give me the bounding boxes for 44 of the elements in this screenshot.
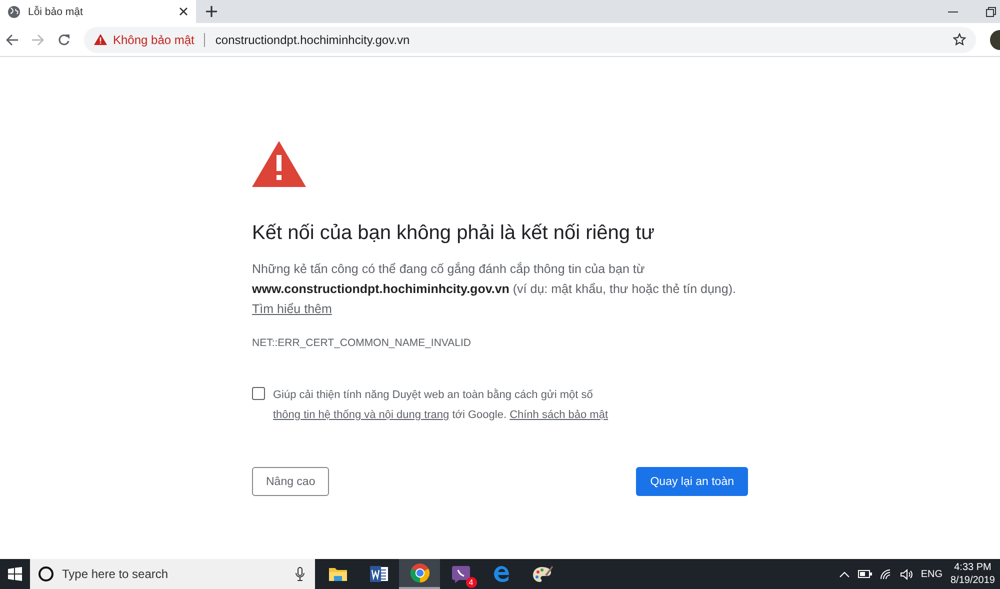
warning-icon	[252, 141, 306, 187]
plus-icon[interactable]	[206, 6, 217, 17]
restore-icon[interactable]	[986, 6, 996, 16]
chat-bubble-icon	[450, 564, 470, 584]
star-icon[interactable]	[953, 33, 966, 46]
warning-icon	[94, 34, 107, 45]
report-text: Giúp cải thiện tính năng Duyệt web an toàn bằng cách gửi một số thông tin hệ thống và nội dung trang tới Google. Chính sách bảo mật	[273, 388, 610, 423]
checkbox[interactable]	[252, 387, 265, 400]
taskbar-search-field[interactable]: Type here to search	[30, 559, 315, 589]
language-indicator[interactable]: ENG	[920, 568, 942, 580]
back-to-safety-button[interactable]: Quay lại an toàn	[636, 467, 748, 496]
notification-badge: 4	[466, 577, 476, 588]
browser-tab[interactable]: Lỗi bảo mật	[0, 0, 196, 23]
circle-icon	[38, 566, 54, 582]
globe-icon	[8, 6, 20, 18]
edge-logo-icon	[492, 564, 512, 584]
security-label[interactable]: Không bảo mật	[113, 32, 194, 46]
speaker-icon[interactable]	[900, 568, 913, 580]
error-code: NET::ERR_CERT_COMMON_NAME_INVALID	[252, 337, 472, 349]
palette-icon	[532, 564, 554, 584]
back-arrow-icon[interactable]	[6, 34, 18, 46]
taskbar-app-button[interactable]: 4	[440, 559, 481, 589]
document-icon	[368, 565, 388, 583]
page-heading: Kết nối của bạn không phải là kết nối riêng tư	[252, 222, 656, 245]
advanced-button[interactable]: Nâng cao	[252, 467, 330, 496]
wifi-icon[interactable]	[880, 568, 892, 580]
address-bar[interactable]: Không bảo mật constructiondpt.hochiminhcity.gov.vn	[84, 26, 976, 52]
taskbar-app-button[interactable]	[399, 559, 440, 589]
browser-logo-icon	[410, 563, 430, 583]
microphone-icon[interactable]	[295, 567, 305, 581]
battery-icon[interactable]	[858, 570, 872, 578]
windows-logo-icon	[8, 567, 22, 581]
privacy-policy-link[interactable]: Chính sách bảo mật	[510, 409, 608, 421]
minimize-icon[interactable]	[948, 10, 958, 12]
url-text: constructiondpt.hochiminhcity.gov.vn	[215, 32, 411, 46]
taskbar-clock[interactable]: 4:33 PM 8/19/2019	[950, 561, 995, 587]
chevron-up-icon[interactable]	[838, 570, 850, 578]
avatar-icon[interactable]	[990, 30, 1000, 50]
reload-icon[interactable]	[58, 34, 70, 46]
folder-icon	[328, 566, 348, 582]
warning-paragraph: Những kẻ tấn công có thể đang cố gắng đánh cắp thông tin của bạn từ www.constructiondpt.hochiminhcity.gov.vn (ví dụ: mật khẩu, thư hoặc thẻ tín dụng).	[252, 261, 737, 298]
learn-more-link[interactable]: Tìm hiểu thêm	[252, 299, 332, 319]
system-info-link[interactable]: thông tin hệ thống và nội dung trang	[273, 409, 450, 421]
close-icon[interactable]	[179, 7, 188, 16]
